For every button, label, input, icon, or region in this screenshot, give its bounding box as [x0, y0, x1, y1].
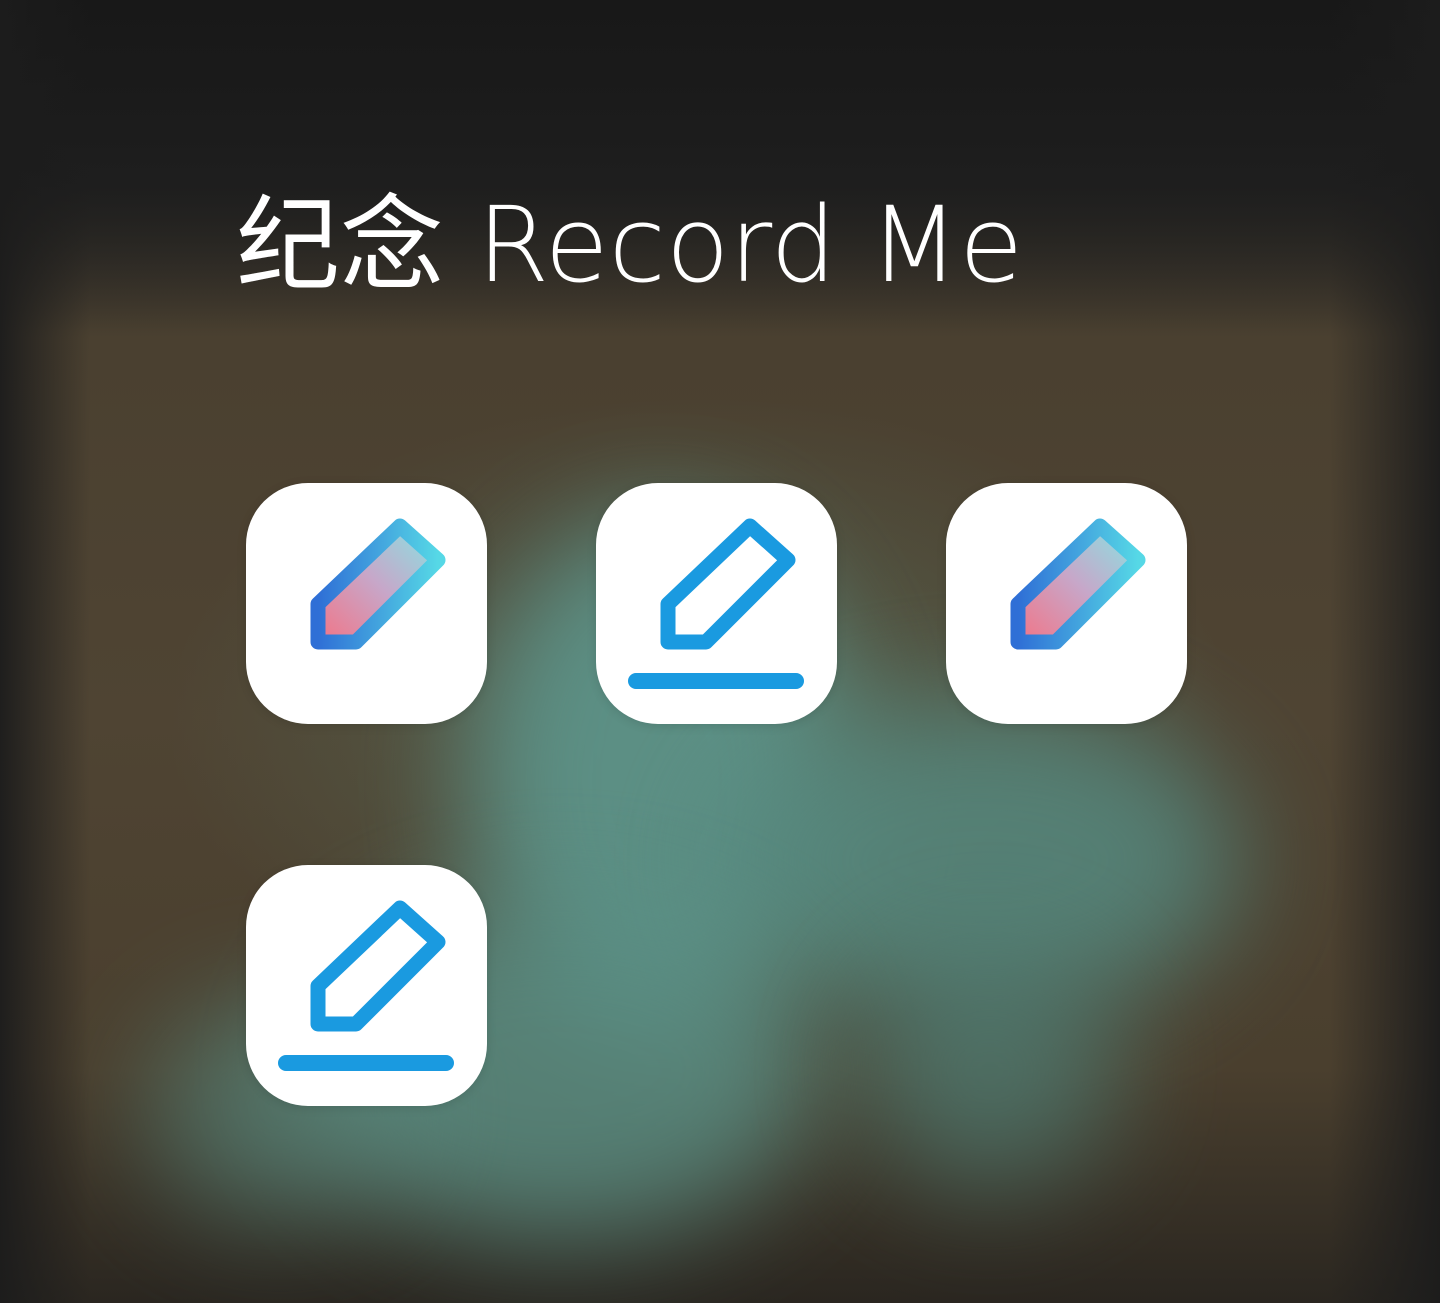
folder-title[interactable]: 纪念 Record Me [236, 180, 1023, 310]
app-icon-2[interactable] [596, 483, 837, 724]
pencil-gradient-icon [278, 518, 454, 689]
pencil-gradient-icon [978, 518, 1154, 689]
app-icon-4[interactable] [246, 865, 487, 1106]
pencil-outline-icon [278, 900, 454, 1071]
app-icon-1[interactable] [246, 483, 487, 724]
app-icon-3[interactable] [946, 483, 1187, 724]
pencil-outline-icon [628, 518, 804, 689]
